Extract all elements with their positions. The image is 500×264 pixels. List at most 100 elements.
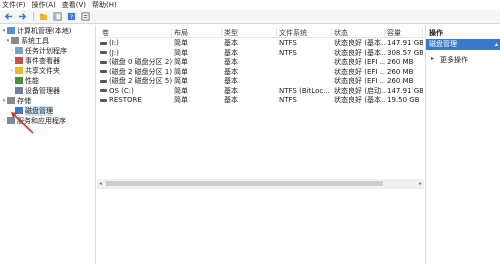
tree-item-services-apps[interactable]: › 服务和应用程序 [1, 116, 66, 125]
column-header-capacity[interactable]: 容量 [385, 28, 423, 37]
cell-volume[interactable]: (磁盘 0 磁盘分区 2) [100, 58, 172, 67]
expand-right-icon: ▸ [431, 55, 435, 62]
cell-text: 简单 [174, 77, 188, 85]
volume-icon [100, 79, 107, 83]
tree-label: 性能 [25, 76, 39, 85]
computer-icon [7, 27, 15, 34]
cell-text: 状态良好 (启动... [334, 86, 385, 95]
properties-button[interactable] [79, 11, 91, 22]
tree-item-disk-management[interactable]: 磁盘管理 [9, 105, 53, 116]
cell-text: 状态良好 (基本... [334, 48, 385, 57]
header-divider [97, 37, 424, 38]
cell-type: 基本 [224, 68, 277, 77]
cell-text: (I:) [109, 39, 119, 47]
cell-capacity: 147.91 GB [387, 87, 423, 96]
services-icon [7, 117, 15, 124]
cell-text: (磁盘 2 磁盘分区 5) [109, 77, 172, 85]
tree-item-shared-folders[interactable]: › 共享文件夹 [9, 66, 60, 75]
volume-icon [100, 98, 107, 102]
cell-text: RESTORE [109, 96, 142, 104]
cell-volume[interactable]: (J:) [100, 49, 172, 58]
cell-capacity: 260 MB [387, 58, 423, 67]
horizontal-scrollbar[interactable]: ◂ ▸ [97, 179, 424, 189]
cell-text: 简单 [174, 39, 188, 47]
cell-layout: 简单 [174, 77, 222, 86]
tree-label: 事件查看器 [25, 56, 60, 65]
menu-action[interactable]: 操作(A) [30, 0, 60, 10]
actions-section-header[interactable]: 磁盘管理 ▴ [426, 39, 500, 50]
cell-layout: 简单 [174, 58, 222, 67]
tree-item-computer-management[interactable]: ▾ 计算机管理(本地) [1, 26, 72, 35]
cell-text: 基本 [224, 58, 238, 66]
cell-text: (磁盘 0 磁盘分区 2) [109, 58, 172, 66]
cell-text: 简单 [174, 96, 188, 104]
tree-label: 任务计划程序 [25, 46, 67, 55]
cell-text: 260 MB [387, 67, 414, 76]
shared-folder-icon [15, 67, 23, 74]
cell-text: 状态良好 (EFI ... [334, 77, 385, 85]
cell-capacity: 19.50 GB [387, 96, 423, 105]
scrollbar-thumb[interactable] [106, 181, 383, 186]
actions-section-label: 磁盘管理 [429, 40, 457, 48]
menu-view[interactable]: 查看(V) [60, 0, 90, 10]
cell-volume[interactable]: (I:) [100, 39, 172, 48]
column-header-type[interactable]: 类型 [222, 28, 277, 37]
cell-text: 状态良好 (EFI ... [334, 58, 385, 66]
disk-management-icon [15, 107, 23, 114]
cell-volume[interactable]: (磁盘 2 磁盘分区 5) [100, 77, 172, 86]
cell-status: 状态良好 (启动... [334, 87, 385, 96]
column-header-file-system[interactable]: 文件系统 [277, 28, 332, 37]
cell-type: 基本 [224, 58, 277, 67]
collapse-up-icon[interactable]: ▴ [495, 39, 498, 50]
cell-status: 状态良好 (EFI ... [334, 77, 385, 86]
tree-item-task-scheduler[interactable]: › 任务计划程序 [9, 46, 67, 55]
console-tree-button[interactable] [51, 11, 63, 22]
cell-volume[interactable]: (磁盘 2 磁盘分区 1) [100, 68, 172, 77]
cell-capacity: 260 MB [387, 77, 423, 86]
cell-layout: 简单 [174, 87, 222, 96]
cell-volume[interactable]: OS (C:) [100, 87, 172, 96]
cell-volume[interactable]: RESTORE [100, 96, 172, 105]
cell-text: NTFS [279, 96, 297, 104]
menu-file[interactable]: 文件(F) [0, 0, 30, 10]
actions-pane: 操作 磁盘管理 ▴ ▸ 更多操作 [425, 25, 500, 264]
column-header-layout[interactable]: 布局 [172, 28, 222, 37]
column-header-status[interactable]: 状态 [332, 28, 385, 37]
cell-text: 基本 [224, 48, 238, 57]
more-actions-label: 更多操作 [440, 56, 468, 64]
tree-item-event-viewer[interactable]: › 事件查看器 [9, 56, 60, 65]
console-tree-icon [52, 12, 62, 21]
tree-item-storage[interactable]: ▾ 存储 [1, 96, 31, 105]
cell-text: 状态良好 (EFI ... [334, 67, 385, 76]
scroll-left-icon[interactable]: ◂ [99, 180, 102, 187]
cell-type: 基本 [224, 77, 277, 86]
cell-status: 状态良好 (基本... [334, 39, 385, 48]
column-header-volume[interactable]: 卷 [100, 28, 172, 37]
cell-text: NTFS [279, 48, 297, 57]
forward-button[interactable] [16, 11, 28, 22]
volume-icon [100, 70, 107, 73]
cell-layout: 简单 [174, 49, 222, 58]
cell-text: 简单 [174, 48, 188, 57]
cell-text: 308.57 GB [387, 48, 423, 57]
tree-label: 计算机管理(本地) [17, 26, 72, 35]
cell-text: 状态良好 (基本... [334, 96, 385, 104]
tree-item-system-tools[interactable]: ▾ 系统工具 [5, 36, 49, 45]
help-button[interactable]: ? [65, 11, 77, 22]
tree-item-device-manager[interactable]: 设备管理器 [9, 86, 60, 95]
tree-label: 服务和应用程序 [17, 116, 66, 125]
cell-text: 简单 [174, 86, 188, 95]
cell-text: 260 MB [387, 58, 414, 66]
up-folder-button[interactable] [37, 11, 49, 22]
up-folder-icon [39, 13, 47, 21]
back-button[interactable] [2, 11, 14, 22]
tree-item-performance[interactable]: › 性能 [9, 76, 39, 85]
menu-help[interactable]: 帮助(H) [90, 0, 121, 10]
more-actions-item[interactable]: ▸ 更多操作 [431, 55, 468, 65]
storage-icon [7, 97, 15, 104]
cell-text: OS (C:) [109, 86, 134, 95]
tree-label: 共享文件夹 [25, 66, 60, 75]
scroll-right-icon[interactable]: ▸ [419, 180, 422, 187]
cell-file-system: NTFS (BitLoc... [279, 87, 332, 96]
cell-text: 19.50 GB [387, 96, 420, 104]
